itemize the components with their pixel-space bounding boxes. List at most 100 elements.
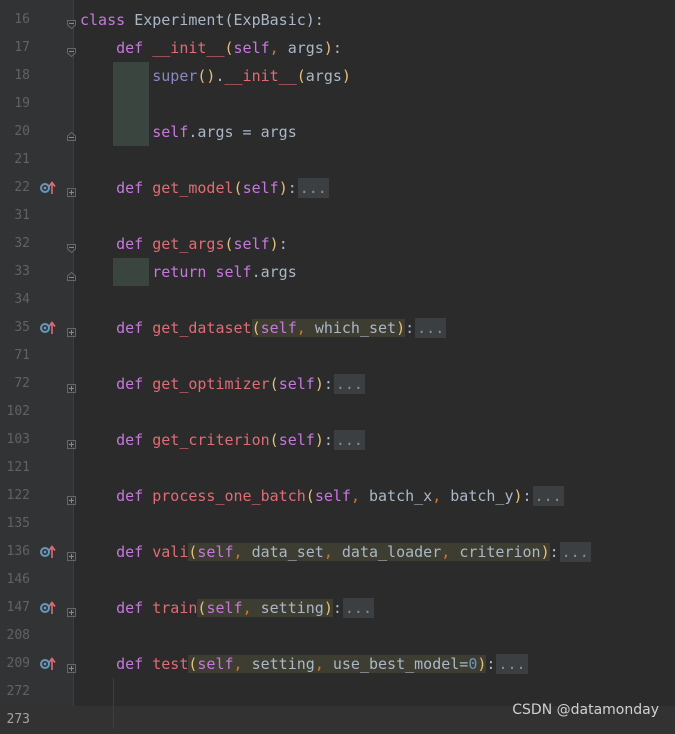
code-line[interactable]: 103 def get_criterion(self):... [0, 426, 675, 454]
folded-code-placeholder[interactable]: ... [342, 598, 374, 618]
code-text[interactable]: def get_optimizer(self):... [80, 370, 365, 398]
folded-code-placeholder[interactable]: ... [333, 374, 365, 394]
code-text[interactable]: def get_args(self): [80, 230, 288, 258]
code-line[interactable]: 18 super().__init__(args) [0, 62, 675, 90]
code-line[interactable]: 22 def get_model(self):... [0, 174, 675, 202]
code-token: ( [224, 39, 234, 57]
code-line[interactable]: 21 [0, 146, 675, 174]
code-text[interactable]: super().__init__(args) [80, 62, 351, 90]
code-line[interactable]: 135 [0, 510, 675, 538]
code-text[interactable]: def test(self, setting, use_best_model=0… [80, 650, 528, 678]
code-text[interactable]: def vali(self, data_set, data_loader, cr… [80, 538, 591, 566]
folded-code-placeholder[interactable]: ... [333, 430, 365, 450]
code-line[interactable]: 19 [0, 90, 675, 118]
override-method-icon[interactable] [40, 601, 56, 615]
code-text[interactable]: return self.args [80, 258, 297, 286]
code-text[interactable]: def train(self, setting):... [80, 594, 374, 622]
folded-code-placeholder[interactable]: ... [415, 318, 447, 338]
code-token: : [486, 655, 496, 673]
override-method-icon[interactable] [40, 181, 56, 195]
collapse-fold-icon[interactable] [67, 15, 76, 30]
line-number: 35 [14, 320, 30, 335]
code-token: ) [323, 39, 333, 57]
expand-fold-icon[interactable] [67, 547, 76, 561]
folded-code-placeholder[interactable]: ... [496, 654, 528, 674]
code-token: , [296, 319, 315, 337]
code-line[interactable]: 16 class Experiment(ExpBasic): [0, 6, 675, 34]
code-line[interactable]: 72 def get_optimizer(self):... [0, 370, 675, 398]
expand-fold-icon[interactable] [67, 435, 76, 449]
line-number: 103 [6, 432, 30, 447]
code-line[interactable]: 209 def test(self, setting, use_best_mod… [0, 650, 675, 678]
expand-fold-icon[interactable] [67, 603, 76, 617]
indent-guide [113, 678, 114, 729]
folded-code-placeholder[interactable]: ... [297, 178, 329, 198]
code-token: ( [224, 235, 234, 253]
code-token: .args [251, 263, 297, 281]
code-line[interactable]: 122 def process_one_batch(self, batch_x,… [0, 482, 675, 510]
code-text[interactable]: def __init__(self, args): [80, 34, 342, 62]
code-line[interactable]: 146 [0, 566, 675, 594]
code-token: ) [278, 179, 288, 197]
code-token: : [323, 375, 333, 393]
code-text[interactable]: def get_dataset(self, which_set):... [80, 314, 447, 342]
code-editor[interactable]: 16 class Experiment(ExpBasic): 17 def __in… [0, 0, 675, 734]
folded-code-placeholder[interactable]: ... [532, 486, 564, 506]
code-token: ) [513, 487, 523, 505]
folded-code-placeholder[interactable]: ... [559, 542, 591, 562]
code-text[interactable]: def get_model(self):... [80, 174, 329, 202]
code-line[interactable]: 136 def vali(self, data_set, data_loader… [0, 538, 675, 566]
line-number: 272 [6, 684, 30, 699]
line-number: 22 [14, 180, 30, 195]
code-line[interactable]: 35 def get_dataset(self, which_set):... [0, 314, 675, 342]
code-token: self [260, 319, 297, 337]
code-line[interactable]: 121 [0, 454, 675, 482]
override-method-icon[interactable] [40, 545, 56, 559]
code-line[interactable]: 32 def get_args(self): [0, 230, 675, 258]
fold-end-icon[interactable] [67, 127, 76, 141]
code-text[interactable]: def process_one_batch(self, batch_x, bat… [80, 482, 564, 510]
code-line[interactable]: 208 [0, 622, 675, 650]
line-number: 16 [14, 12, 30, 27]
expand-fold-icon[interactable] [67, 379, 76, 393]
code-line[interactable]: 34 [0, 286, 675, 314]
code-line[interactable]: 33 return self.args [0, 258, 675, 286]
collapse-fold-icon[interactable] [67, 43, 76, 58]
fold-end-icon[interactable] [67, 267, 76, 281]
parameter-highlight: (self, setting, use_best_model=0) [188, 655, 487, 673]
code-token: use_best_model= [332, 655, 469, 673]
code-line[interactable]: 31 [0, 202, 675, 230]
code-line[interactable]: 17 def __init__(self, args): [0, 34, 675, 62]
code-token: test [152, 655, 189, 673]
expand-fold-icon[interactable] [67, 659, 76, 673]
line-number: 72 [14, 376, 30, 391]
collapse-fold-icon[interactable] [67, 239, 76, 254]
line-number: 136 [6, 544, 30, 559]
expand-fold-icon[interactable] [67, 183, 76, 197]
parameter-highlight: (self, which_set) [251, 319, 406, 337]
expand-fold-icon[interactable] [67, 491, 76, 505]
code-token: def [116, 235, 153, 253]
code-token: __init__ [224, 67, 297, 85]
code-text[interactable]: self.args = args [80, 118, 297, 146]
code-token: super [152, 67, 198, 85]
expand-fold-icon[interactable] [67, 323, 76, 337]
code-token: , [432, 487, 451, 505]
code-line[interactable]: 102 [0, 398, 675, 426]
code-text[interactable]: class Experiment(ExpBasic): [80, 6, 324, 34]
code-token: data_set [251, 543, 324, 561]
code-token: get_criterion [152, 431, 270, 449]
code-token: : [323, 431, 333, 449]
override-method-icon[interactable] [40, 321, 56, 335]
code-text[interactable]: def get_criterion(self):... [80, 426, 365, 454]
code-token: ) [269, 235, 279, 253]
line-number: 20 [14, 124, 30, 139]
code-line[interactable]: 71 [0, 342, 675, 370]
code-line[interactable]: 20 self.args = args [0, 118, 675, 146]
code-line[interactable]: 147 def train(self, setting):... [0, 594, 675, 622]
override-method-icon[interactable] [40, 657, 56, 671]
